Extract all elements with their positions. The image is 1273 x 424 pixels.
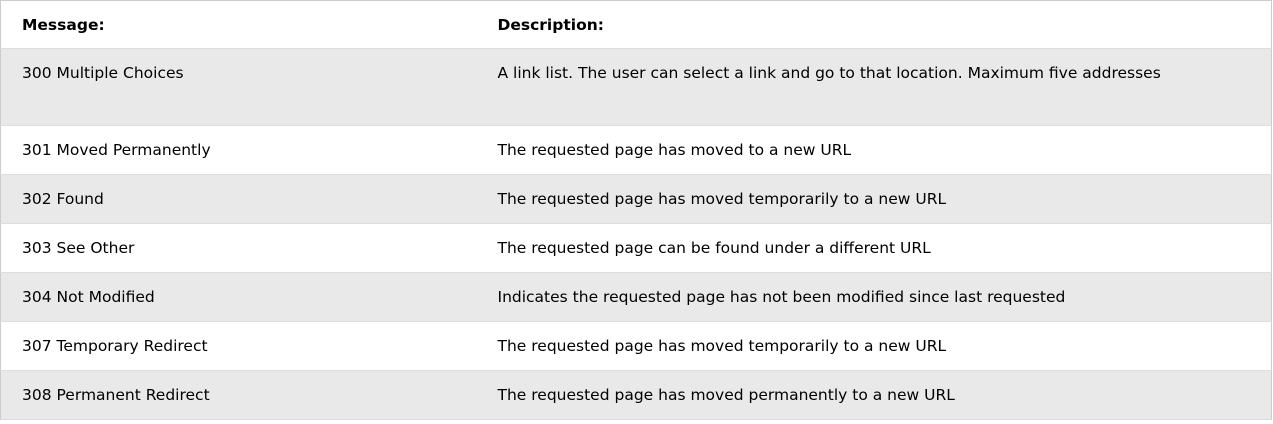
table-row: 308 Permanent Redirect The requested pag…	[0, 370, 1272, 420]
status-message-cell: 302 Found	[0, 174, 498, 224]
table-row: 304 Not Modified Indicates the requested…	[0, 272, 1272, 322]
status-description-cell: The requested page has moved temporarily…	[497, 174, 1272, 224]
status-description-cell: A link list. The user can select a link …	[497, 48, 1272, 126]
status-message-cell: 308 Permanent Redirect	[0, 370, 498, 420]
table-header-row: Message: Description:	[0, 0, 1272, 49]
status-message-cell: 301 Moved Permanently	[0, 125, 498, 175]
status-description-cell: The requested page can be found under a …	[497, 223, 1272, 273]
description-column-header: Description:	[497, 0, 1272, 49]
status-message-cell: 304 Not Modified	[0, 272, 498, 322]
http-redirect-status-table: Message: Description: 300 Multiple Choic…	[0, 0, 1272, 420]
status-message-cell: 300 Multiple Choices	[0, 48, 498, 126]
status-description-cell: Indicates the requested page has not bee…	[497, 272, 1272, 322]
table-row: 301 Moved Permanently The requested page…	[0, 125, 1272, 175]
status-message-cell: 303 See Other	[0, 223, 498, 273]
table-row: 307 Temporary Redirect The requested pag…	[0, 321, 1272, 371]
table-row: 302 Found The requested page has moved t…	[0, 174, 1272, 224]
status-description-cell: The requested page has moved permanently…	[497, 370, 1272, 420]
table-row: 303 See Other The requested page can be …	[0, 223, 1272, 273]
status-description-cell: The requested page has moved to a new UR…	[497, 125, 1272, 175]
table-row: 300 Multiple Choices A link list. The us…	[0, 48, 1272, 126]
status-message-cell: 307 Temporary Redirect	[0, 321, 498, 371]
message-column-header: Message:	[0, 0, 498, 49]
status-description-cell: The requested page has moved temporarily…	[497, 321, 1272, 371]
